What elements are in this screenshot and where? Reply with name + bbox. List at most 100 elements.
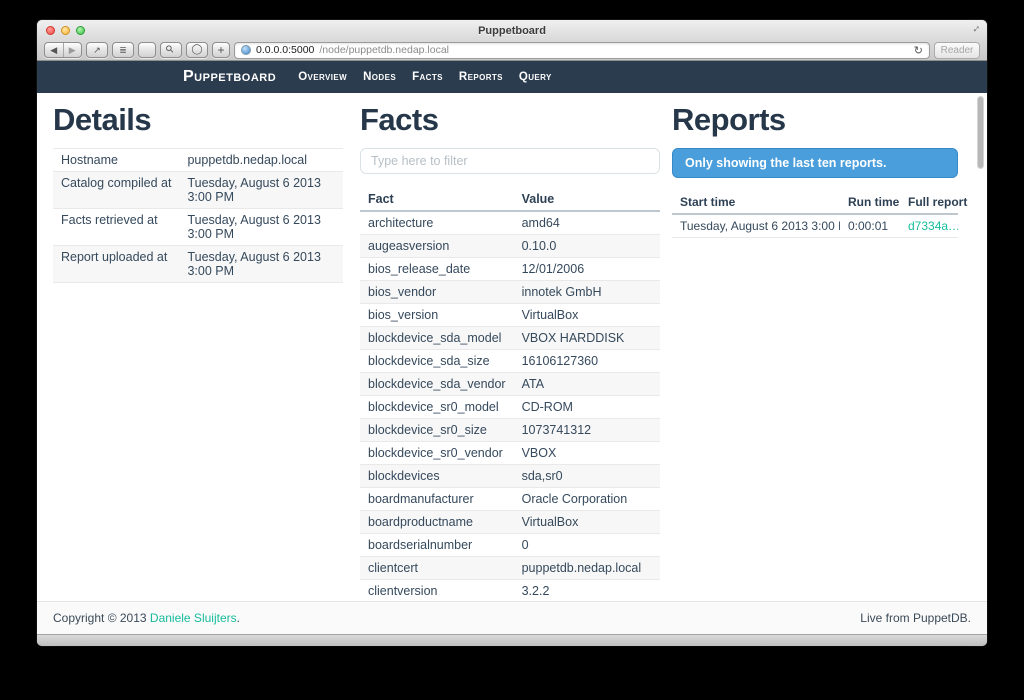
fact-value: VirtualBox xyxy=(514,304,660,327)
details-section: Details Hostname puppetdb.nedap.local Ca… xyxy=(53,103,343,283)
fact-name: augeasversion xyxy=(360,235,514,258)
report-run-time: 0:00:01 xyxy=(840,214,900,238)
details-label: Hostname xyxy=(53,149,179,172)
navbar-item[interactable]: Query xyxy=(511,71,560,83)
fact-name: architecture xyxy=(360,211,514,235)
share-button[interactable]: ↗ xyxy=(86,42,108,58)
reports-section: Reports Only showing the last ten report… xyxy=(672,103,958,238)
fact-value: 1073741312 xyxy=(514,419,660,442)
keychain-button[interactable]: ⚲ xyxy=(160,42,182,58)
fact-value: sda,sr0 xyxy=(514,465,660,488)
window-status-bar xyxy=(37,634,987,646)
navbar-items: Overview Nodes Facts Reports Query xyxy=(290,71,560,83)
fact-value: puppetdb.nedap.local xyxy=(514,557,660,580)
author-link[interactable]: Daniele Sluijters xyxy=(150,611,237,625)
fact-row: bios_vendor innotek GmbH xyxy=(360,281,660,304)
new-tab-button[interactable]: + xyxy=(212,42,230,58)
fact-value: 16106127360 xyxy=(514,350,660,373)
back-button[interactable]: ◀ xyxy=(45,43,64,57)
fact-value: 0.10.0 xyxy=(514,235,660,258)
fact-value: VBOX HARDDISK xyxy=(514,327,660,350)
browser-chrome: Puppetboard ↔ ◀ ▶ ↗ ≣ ⚲ ◯ + 0.0.0.0:5000… xyxy=(37,20,987,61)
traffic-lights xyxy=(46,26,85,35)
facts-section: Facts Fact Value architecture amd64 xyxy=(360,103,660,601)
facts-table: Fact Value architecture amd64 augeasvers… xyxy=(360,188,660,601)
url-path: /node/puppetdb.nedap.local xyxy=(319,44,449,56)
details-label: Catalog compiled at xyxy=(53,172,179,209)
fact-row: boardserialnumber 0 xyxy=(360,534,660,557)
address-bar[interactable]: 0.0.0.0:5000 /node/puppetdb.nedap.local … xyxy=(234,42,930,59)
fact-row: boardproductname VirtualBox xyxy=(360,511,660,534)
facts-filter-input[interactable] xyxy=(360,148,660,174)
fact-row: architecture amd64 xyxy=(360,211,660,235)
details-value: puppetdb.nedap.local xyxy=(179,149,343,172)
fact-value: 0 xyxy=(514,534,660,557)
fact-row: blockdevice_sda_size 16106127360 xyxy=(360,350,660,373)
fact-row: boardmanufacturer Oracle Corporation xyxy=(360,488,660,511)
details-value: Tuesday, August 6 2013 3:00 PM xyxy=(179,172,343,209)
details-table: Hostname puppetdb.nedap.local Catalog co… xyxy=(53,148,343,283)
facts-title: Facts xyxy=(360,103,660,137)
reports-header-full: Full report xyxy=(900,191,958,214)
main-content: Details Hostname puppetdb.nedap.local Ca… xyxy=(37,93,987,601)
details-value: Tuesday, August 6 2013 3:00 PM xyxy=(179,246,343,283)
navbar-item[interactable]: Facts xyxy=(404,71,451,83)
details-label: Report uploaded at xyxy=(53,246,179,283)
minimize-window-button[interactable] xyxy=(61,26,70,35)
fact-row: bios_version VirtualBox xyxy=(360,304,660,327)
reports-header-start: Start time xyxy=(672,191,840,214)
fact-row: augeasversion 0.10.0 xyxy=(360,235,660,258)
fact-name: boardproductname xyxy=(360,511,514,534)
fact-name: boardserialnumber xyxy=(360,534,514,557)
navbar-item[interactable]: Reports xyxy=(451,71,511,83)
fact-name: blockdevice_sda_size xyxy=(360,350,514,373)
navbar-item[interactable]: Overview xyxy=(290,71,355,83)
extension-button[interactable]: ◯ xyxy=(186,42,208,58)
ring-icon: ◯ xyxy=(191,43,202,57)
fact-value: Oracle Corporation xyxy=(514,488,660,511)
fact-name: boardmanufacturer xyxy=(360,488,514,511)
forward-button[interactable]: ▶ xyxy=(64,43,82,57)
browser-window: Puppetboard ↔ ◀ ▶ ↗ ≣ ⚲ ◯ + 0.0.0.0:5000… xyxy=(37,20,987,646)
nav-button-cluster: ◀ ▶ xyxy=(44,42,82,58)
url-host: 0.0.0.0:5000 xyxy=(256,44,314,56)
reports-header-run: Run time xyxy=(840,191,900,214)
fact-value: ATA xyxy=(514,373,660,396)
browser-toolbar: ◀ ▶ ↗ ≣ ⚲ ◯ + 0.0.0.0:5000 /node/puppetd… xyxy=(44,41,980,59)
fact-value: amd64 xyxy=(514,211,660,235)
navbar-item[interactable]: Nodes xyxy=(355,71,404,83)
fact-value: 12/01/2006 xyxy=(514,258,660,281)
blank-toolbar-button[interactable] xyxy=(138,42,156,58)
reader-button[interactable]: Reader xyxy=(934,42,980,59)
scrollbar-thumb[interactable] xyxy=(977,96,984,169)
fact-name: blockdevice_sda_model xyxy=(360,327,514,350)
copyright-text: Copyright © 2013 xyxy=(53,611,150,625)
reports-table: Start time Run time Full report Tuesday,… xyxy=(672,191,958,238)
fact-name: bios_version xyxy=(360,304,514,327)
reading-list-icon: ≣ xyxy=(119,43,127,57)
zoom-window-button[interactable] xyxy=(76,26,85,35)
fact-name: blockdevices xyxy=(360,465,514,488)
refresh-icon[interactable]: ↻ xyxy=(914,44,923,57)
fact-name: clientversion xyxy=(360,580,514,601)
report-link[interactable]: d7334a… xyxy=(908,219,958,233)
fact-row: blockdevice_sda_model VBOX HARDDISK xyxy=(360,327,660,350)
fact-row: clientcert puppetdb.nedap.local xyxy=(360,557,660,580)
details-value: Tuesday, August 6 2013 3:00 PM xyxy=(179,209,343,246)
window-title: Puppetboard xyxy=(37,20,987,37)
fact-name: bios_release_date xyxy=(360,258,514,281)
fact-row: blockdevice_sr0_size 1073741312 xyxy=(360,419,660,442)
back-icon: ◀ xyxy=(50,43,57,57)
fact-value: CD-ROM xyxy=(514,396,660,419)
details-row: Facts retrieved at Tuesday, August 6 201… xyxy=(53,209,343,246)
reading-list-button[interactable]: ≣ xyxy=(112,42,134,58)
fact-row: blockdevices sda,sr0 xyxy=(360,465,660,488)
share-icon: ↗ xyxy=(93,43,101,57)
fact-name: blockdevice_sda_vendor xyxy=(360,373,514,396)
navbar-brand[interactable]: Puppetboard xyxy=(183,68,276,86)
report-row: Tuesday, August 6 2013 3:00 PM 0:00:01 d… xyxy=(672,214,958,238)
close-window-button[interactable] xyxy=(46,26,55,35)
fact-value: 3.2.2 xyxy=(514,580,660,601)
fact-row: bios_release_date 12/01/2006 xyxy=(360,258,660,281)
fact-name: clientcert xyxy=(360,557,514,580)
